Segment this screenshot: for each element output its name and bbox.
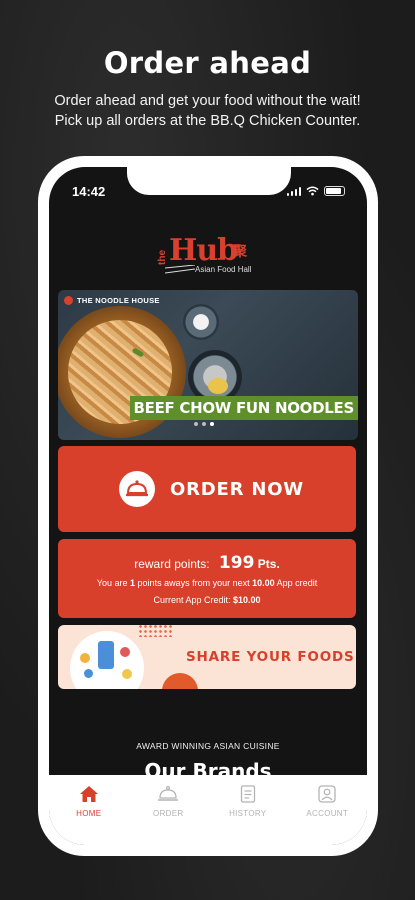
current-credit-value: $10.00 xyxy=(233,595,261,605)
reward-progress-suffix: App credit xyxy=(276,578,318,588)
tab-order[interactable]: ORDER xyxy=(136,785,200,845)
wifi-icon xyxy=(306,186,319,196)
reward-progress-prefix: You are xyxy=(96,578,128,588)
reward-label: reward points: xyxy=(134,557,210,571)
reward-points-unit: Pts. xyxy=(257,557,280,571)
tab-account-label: ACCOUNT xyxy=(306,809,349,818)
logo-chinese-char: 聚 xyxy=(233,243,247,259)
promo-subtitle-line1: Order ahead and get your food without th… xyxy=(54,93,361,109)
halftone-decoration xyxy=(138,625,174,637)
logo-the-text: the xyxy=(157,250,168,265)
reward-progress-points: 1 xyxy=(130,578,136,588)
reward-progress-credit: 10.00 xyxy=(252,578,275,588)
phone-illustration-icon xyxy=(98,641,114,669)
like-bubble-icon xyxy=(80,653,90,663)
phone-notch xyxy=(127,167,291,195)
current-credit-text: Current App Credit: $10.00 xyxy=(58,595,356,605)
promo-subtitle-line2: Pick up all orders at the BB.Q Chicken C… xyxy=(54,113,361,129)
logo-hub-text: Hub xyxy=(169,233,238,268)
emoji-bubble-icon xyxy=(122,669,132,679)
order-now-label: ORDER NOW xyxy=(170,479,304,500)
reward-progress-mid: points aways from your next xyxy=(137,578,250,588)
banner-brand: THE NOODLE HOUSE xyxy=(64,296,160,305)
sauce-bowl-image xyxy=(183,304,219,340)
reward-points-line: reward points: 199 Pts. xyxy=(58,553,356,573)
battery-icon xyxy=(324,186,345,196)
signal-icon xyxy=(286,186,301,196)
reward-points-value: 199 xyxy=(218,553,255,573)
tab-home-label: HOME xyxy=(76,809,102,818)
promo-subtitle: Order ahead and get your food without th… xyxy=(0,91,415,131)
banner-dish-name: BEEF CHOW FUN NOODLES xyxy=(129,396,358,420)
share-your-foods-label: SHARE YOUR FOODS xyxy=(186,649,355,665)
noodle-house-logo-icon xyxy=(64,296,73,305)
orange-circle-decoration xyxy=(162,673,198,689)
the-hub-logo: the Hub 聚 Asian Food Hall xyxy=(157,231,257,283)
award-caption: AWARD WINNING ASIAN CUISINE xyxy=(136,741,280,751)
lemon-image xyxy=(208,378,228,394)
tab-order-label: ORDER xyxy=(153,809,184,818)
promo-banner-carousel[interactable]: THE NOODLE HOUSE BEEF CHOW FUN NOODLES xyxy=(58,290,358,440)
tab-history-label: HISTORY xyxy=(229,809,267,818)
carousel-dot[interactable] xyxy=(194,422,198,426)
receipt-icon xyxy=(240,785,255,803)
chopsticks-icon xyxy=(165,265,195,274)
app-screen: 14:42 the Hub 聚 Asian Food Hall THE NOOD… xyxy=(49,167,367,845)
banner-brand-name: THE NOODLE HOUSE xyxy=(77,296,160,305)
order-now-button[interactable]: ORDER NOW xyxy=(58,446,356,532)
current-credit-label: Current App Credit: xyxy=(153,595,231,605)
share-your-foods-button[interactable]: SHARE YOUR FOODS xyxy=(58,625,356,689)
heart-bubble-icon xyxy=(120,647,130,657)
tab-home[interactable]: HOME xyxy=(57,785,121,845)
carousel-dots[interactable] xyxy=(194,422,214,426)
carousel-dot[interactable] xyxy=(202,422,206,426)
carousel-dot-active[interactable] xyxy=(210,422,214,426)
promo-title: Order ahead xyxy=(103,46,312,80)
location-bubble-icon xyxy=(84,669,93,678)
account-icon xyxy=(318,785,336,803)
cloche-icon xyxy=(158,786,179,801)
tab-account[interactable]: ACCOUNT xyxy=(295,785,359,845)
phone-frame: 14:42 the Hub 聚 Asian Food Hall THE NOOD… xyxy=(38,156,378,856)
home-icon xyxy=(79,786,98,802)
reward-points-card: reward points: 199 Pts. You are 1 points… xyxy=(58,539,356,618)
status-icons xyxy=(286,186,345,196)
cloche-icon xyxy=(119,471,155,507)
reward-progress-text: You are 1 points aways from your next 10… xyxy=(58,578,356,588)
logo-tagline: Asian Food Hall xyxy=(195,265,252,274)
status-time: 14:42 xyxy=(72,184,106,199)
tab-history[interactable]: HISTORY xyxy=(216,785,280,845)
bottom-tab-bar: HOME ORDER HISTORY ACCOUNT xyxy=(49,775,367,845)
